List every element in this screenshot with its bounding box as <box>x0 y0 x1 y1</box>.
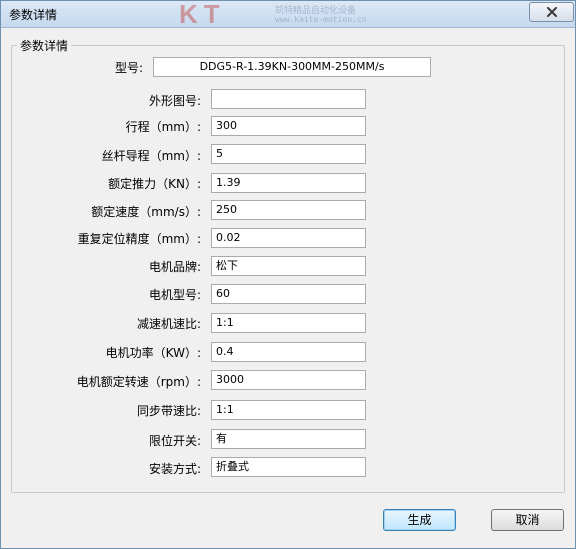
drawing-number-label: 外形图号: <box>148 94 201 108</box>
rated-thrust-label: 额定推力（KN）: <box>108 177 201 191</box>
belt-ratio-label: 同步带速比: <box>136 404 201 418</box>
model-field[interactable]: DDG5-R-1.39KN-300MM-250MM/s <box>153 57 431 77</box>
motor-power-label: 电机功率（KW）: <box>105 346 201 360</box>
model-label: 型号: <box>114 61 143 75</box>
mounting-type-label: 安装方式: <box>148 462 201 476</box>
close-icon <box>546 7 557 17</box>
groupbox-legend: 参数详情 <box>17 37 72 54</box>
rated-rpm-label: 电机额定转速（rpm）: <box>76 375 201 389</box>
window-title: 参数详情 <box>9 8 58 22</box>
limit-switch-field[interactable]: 有 <box>211 429 366 449</box>
motor-model-label: 电机型号: <box>148 288 201 302</box>
close-button[interactable] <box>529 2 574 22</box>
repeat-accuracy-field[interactable]: 0.02 <box>211 228 366 248</box>
rated-rpm-field[interactable]: 3000 <box>211 370 366 390</box>
motor-model-field[interactable]: 60 <box>211 284 366 304</box>
stroke-label: 行程（mm）: <box>125 120 201 134</box>
generate-button[interactable]: 生成 <box>383 509 456 531</box>
dialog-window: 参数详情 KT 凯特精品自动化设备 www.kaite-motion.cn 参数… <box>0 0 576 549</box>
watermark-logo-text: KT <box>179 0 226 29</box>
belt-ratio-field[interactable]: 1:1 <box>211 400 366 420</box>
rated-thrust-field[interactable]: 1.39 <box>211 173 366 193</box>
reducer-ratio-field[interactable]: 1:1 <box>211 313 366 333</box>
watermark-text-line2: www.kaite-motion.cn <box>275 15 367 24</box>
drawing-number-field[interactable] <box>211 89 366 109</box>
stroke-field[interactable]: 300 <box>211 116 366 136</box>
motor-power-field[interactable]: 0.4 <box>211 342 366 362</box>
watermark-logo: KT 凯特精品自动化设备 www.kaite-motion.cn <box>179 0 479 29</box>
motor-brand-label: 电机品牌: <box>148 260 201 274</box>
limit-switch-label: 限位开关: <box>148 434 201 448</box>
rated-speed-label: 额定速度（mm/s）: <box>91 205 201 219</box>
rated-speed-field[interactable]: 250 <box>211 200 366 220</box>
reducer-ratio-label: 减速机速比: <box>136 317 201 331</box>
motor-brand-field[interactable]: 松下 <box>211 256 366 276</box>
repeat-accuracy-label: 重复定位精度（mm）: <box>77 232 201 246</box>
title-bar[interactable]: 参数详情 KT 凯特精品自动化设备 www.kaite-motion.cn <box>1 0 575 29</box>
screw-lead-label: 丝杆导程（mm）: <box>101 149 201 163</box>
screw-lead-field[interactable]: 5 <box>211 144 366 164</box>
cancel-button[interactable]: 取消 <box>491 509 564 531</box>
mounting-type-field[interactable]: 折叠式 <box>211 457 366 477</box>
